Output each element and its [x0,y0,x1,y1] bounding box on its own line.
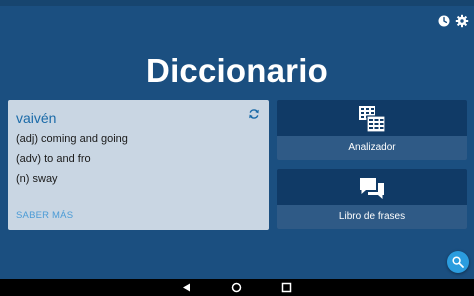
analyzer-icon [359,106,386,133]
definition-adv: (adv) to and fro [16,153,91,165]
gear-icon[interactable] [455,14,469,28]
nav-home-icon[interactable] [231,282,242,293]
word-headword: vaivén [16,110,57,126]
analyzer-tile[interactable]: Analizador [277,100,467,160]
navigation-bar [0,279,474,296]
phrasebook-icon [360,178,384,199]
definition-noun: (n) sway [16,173,58,185]
analyzer-label: Analizador [277,136,467,160]
definition-adj: (adj) coming and going [16,133,128,145]
nav-recents-icon[interactable] [281,282,292,293]
refresh-icon[interactable] [248,108,260,120]
word-of-the-day-card[interactable]: vaivén (adj) coming and going (adv) to a… [8,100,269,230]
search-fab[interactable] [447,251,469,273]
learn-more-link[interactable]: SABER MÁS [16,210,73,221]
nav-back-icon[interactable] [181,282,192,293]
app-title: Diccionario [146,52,328,89]
status-bar [0,0,474,6]
phrasebook-label: Libro de frases [277,205,467,229]
search-icon [452,256,464,268]
phrasebook-tile[interactable]: Libro de frases [277,169,467,229]
history-icon[interactable] [437,14,451,28]
